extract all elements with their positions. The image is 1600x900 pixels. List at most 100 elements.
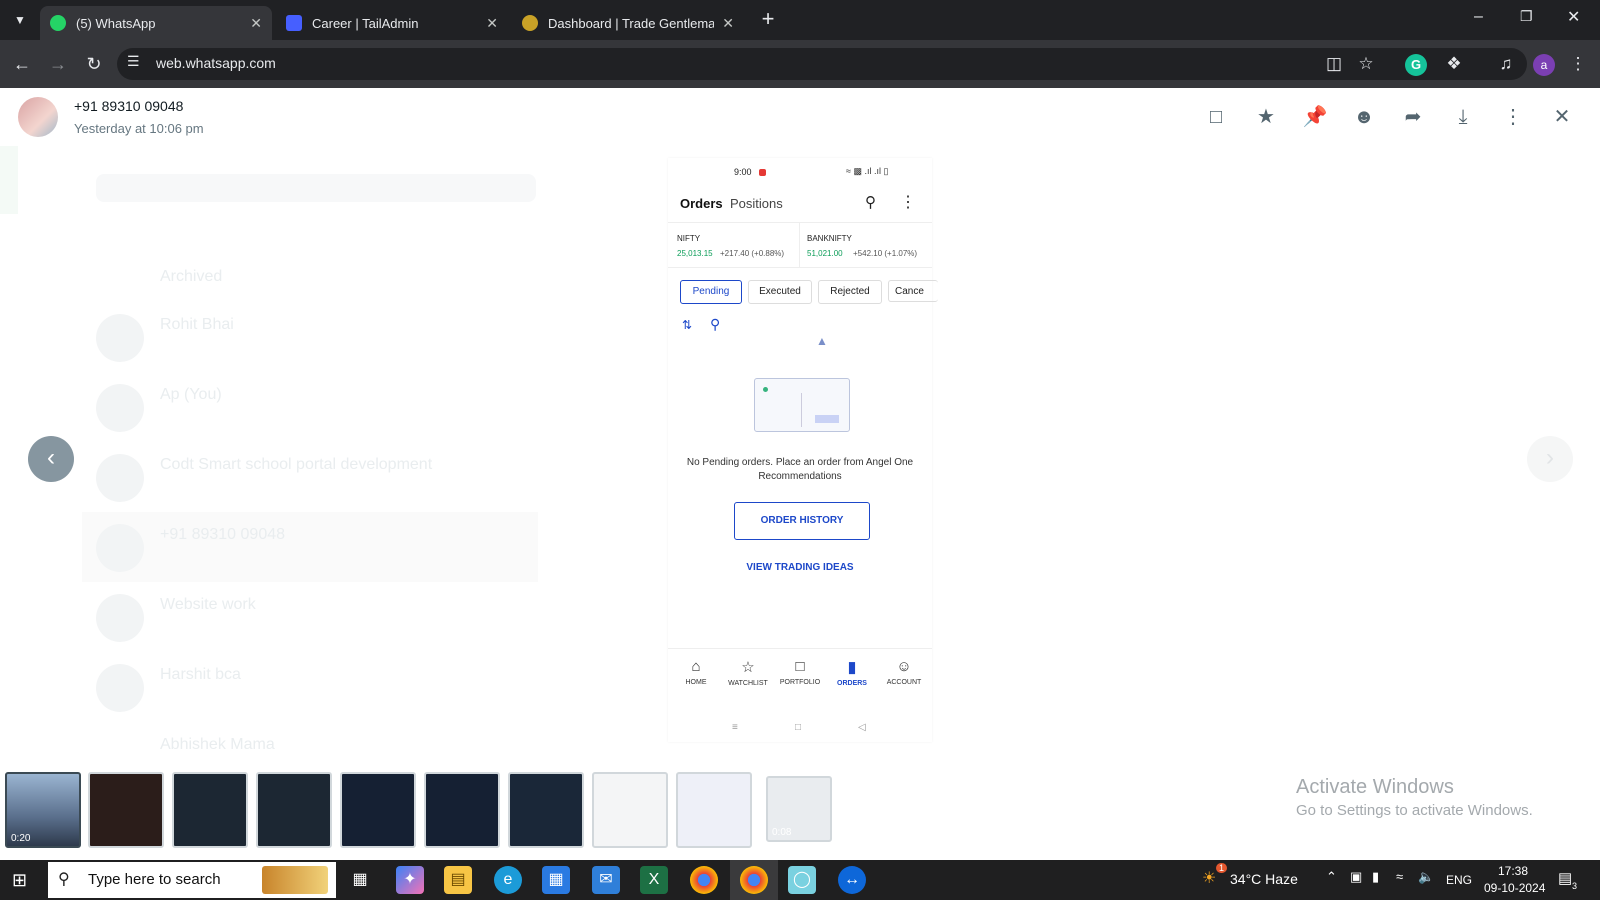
copilot-icon[interactable]: ✦: [396, 866, 424, 894]
reload-button[interactable]: ↻: [82, 52, 106, 76]
index-divider: [668, 267, 932, 268]
filter-cancelled[interactable]: Cance: [888, 280, 938, 302]
media-thumbnail[interactable]: 0:08: [766, 776, 832, 842]
previous-media-button[interactable]: ‹: [28, 436, 74, 482]
next-media-button[interactable]: ›: [1527, 436, 1573, 482]
bg-chat-name: Ap (You): [160, 386, 222, 403]
show-hidden-icons[interactable]: ⌃: [1326, 869, 1337, 885]
sender-avatar[interactable]: [18, 97, 58, 137]
media-thumbnail[interactable]: [508, 772, 584, 848]
microsoft-store-icon[interactable]: ▦: [542, 866, 570, 894]
battery-icon[interactable]: ▮: [1372, 869, 1379, 885]
pin-icon[interactable]: 📌: [1302, 104, 1328, 130]
media-thumbnail[interactable]: 0:20: [5, 772, 81, 848]
notification-center-icon[interactable]: ▤: [1558, 869, 1572, 887]
nav-home[interactable]: ⌂ HOME: [672, 658, 720, 686]
bookmark-star-icon[interactable]: ☆: [1354, 52, 1378, 76]
task-view-icon[interactable]: ▦: [346, 866, 374, 894]
media-thumbnail[interactable]: [592, 772, 668, 848]
file-explorer-icon[interactable]: ▤: [444, 866, 472, 894]
media-thumbnail[interactable]: [424, 772, 500, 848]
search-icon[interactable]: ⚲: [865, 193, 876, 211]
index-change: +217.40 (+0.88%): [720, 249, 785, 258]
filter-rejected[interactable]: Rejected: [818, 280, 882, 304]
wifi-icon[interactable]: ≈: [1396, 869, 1403, 884]
extensions-icon[interactable]: ❖: [1442, 52, 1466, 76]
chrome-icon[interactable]: [690, 866, 718, 894]
tab-positions[interactable]: Positions: [730, 196, 783, 211]
chrome-menu-icon[interactable]: ⋮: [1566, 52, 1590, 76]
more-icon[interactable]: ⋮: [1500, 104, 1526, 130]
profile-avatar[interactable]: a: [1532, 52, 1556, 76]
more-icon[interactable]: ⋮: [900, 192, 916, 212]
install-app-icon[interactable]: ◫: [1322, 52, 1346, 76]
minimize-button[interactable]: –: [1474, 8, 1483, 26]
tab-close-icon[interactable]: ✕: [486, 15, 498, 32]
media-control-icon[interactable]: ♫: [1494, 52, 1518, 76]
system-home-icon: □: [795, 722, 802, 733]
site-info-icon[interactable]: ☰: [127, 53, 140, 70]
order-history-button[interactable]: ORDER HISTORY: [734, 502, 870, 540]
volume-icon[interactable]: 🔈: [1418, 869, 1434, 885]
mail-icon[interactable]: ✉: [592, 866, 620, 894]
media-thumbnail[interactable]: [88, 772, 164, 848]
omnibox[interactable]: [117, 48, 1527, 80]
download-icon[interactable]: ⤓: [1450, 104, 1476, 130]
forward-icon[interactable]: ➦: [1400, 104, 1426, 130]
meet-now-icon[interactable]: ▣: [1350, 869, 1362, 885]
remote-desktop-icon[interactable]: ◯: [788, 866, 816, 894]
edge-icon[interactable]: e: [494, 866, 522, 894]
nav-watchlist[interactable]: ☆ WATCHLIST: [724, 658, 772, 687]
media-thumbnail[interactable]: [340, 772, 416, 848]
teamviewer-icon[interactable]: ↔: [838, 866, 866, 894]
search-icon[interactable]: ⚲: [710, 316, 720, 333]
back-button[interactable]: ←: [10, 52, 34, 76]
message-icon[interactable]: □: [1203, 104, 1229, 130]
nav-account[interactable]: ☺ ACCOUNT: [880, 658, 928, 686]
forward-button[interactable]: →: [46, 52, 70, 76]
star-icon[interactable]: ★: [1253, 104, 1279, 130]
bg-chat-name: Website work: [160, 596, 256, 613]
tab-label: Dashboard | Trade Gentleman A: [548, 15, 715, 31]
close-icon[interactable]: ✕: [1549, 104, 1575, 130]
tab-search-button[interactable]: ▼: [8, 8, 32, 32]
tab-tailadmin[interactable]: Career | TailAdmin ✕: [276, 6, 508, 40]
media-thumbnail[interactable]: [676, 772, 752, 848]
view-trading-ideas-link[interactable]: VIEW TRADING IDEAS: [680, 562, 920, 573]
bg-chat-name: Abhishek Mama: [160, 736, 275, 753]
clock-time[interactable]: 17:38: [1498, 864, 1528, 878]
search-icon: ⚲: [58, 871, 70, 888]
activate-windows-subtitle: Go to Settings to activate Windows.: [1296, 802, 1533, 819]
chrome-profile-icon[interactable]: [740, 866, 768, 894]
tab-close-icon[interactable]: ✕: [250, 15, 262, 32]
nav-orders[interactable]: ▮ ORDERS: [828, 658, 876, 687]
weather-text[interactable]: 34°C Haze: [1230, 871, 1298, 887]
emoji-icon[interactable]: ☻: [1351, 104, 1377, 130]
whatsapp-favicon-icon: [50, 15, 66, 31]
restore-button[interactable]: ❐: [1520, 8, 1533, 25]
new-tab-button[interactable]: +: [756, 8, 780, 32]
clock-date[interactable]: 09-10-2024: [1484, 881, 1545, 895]
filter-pending[interactable]: Pending: [680, 280, 742, 304]
excel-icon[interactable]: X: [640, 866, 668, 894]
start-button[interactable]: ⊞: [12, 870, 27, 891]
tab-whatsapp[interactable]: (5) WhatsApp ✕: [40, 6, 272, 40]
tab-orders[interactable]: Orders: [680, 196, 723, 211]
grammarly-icon[interactable]: G: [1404, 52, 1428, 76]
tab-trade-gentleman[interactable]: Dashboard | Trade Gentleman A ✕: [512, 6, 744, 40]
media-thumbnail[interactable]: [256, 772, 332, 848]
media-thumbnail[interactable]: [172, 772, 248, 848]
nav-portfolio[interactable]: □ PORTFOLIO: [776, 658, 824, 686]
tab-close-icon[interactable]: ✕: [722, 15, 734, 32]
activate-windows-title: Activate Windows: [1296, 776, 1454, 798]
filter-settings-icon[interactable]: ⇅: [682, 318, 692, 332]
language-indicator[interactable]: ENG: [1446, 873, 1472, 887]
filter-executed[interactable]: Executed: [748, 280, 812, 304]
message-timestamp: Yesterday at 10:06 pm: [74, 121, 204, 136]
index-change: +542.10 (+1.07%): [853, 249, 918, 258]
weather-icon[interactable]: ☀: [1202, 868, 1216, 888]
window-close-button[interactable]: ✕: [1567, 7, 1580, 27]
index-value: 51,021.00: [807, 249, 843, 258]
url-text[interactable]: web.whatsapp.com: [156, 55, 276, 71]
status-icons: ≈ ▩ .ıl .ıl ▯: [846, 166, 889, 176]
